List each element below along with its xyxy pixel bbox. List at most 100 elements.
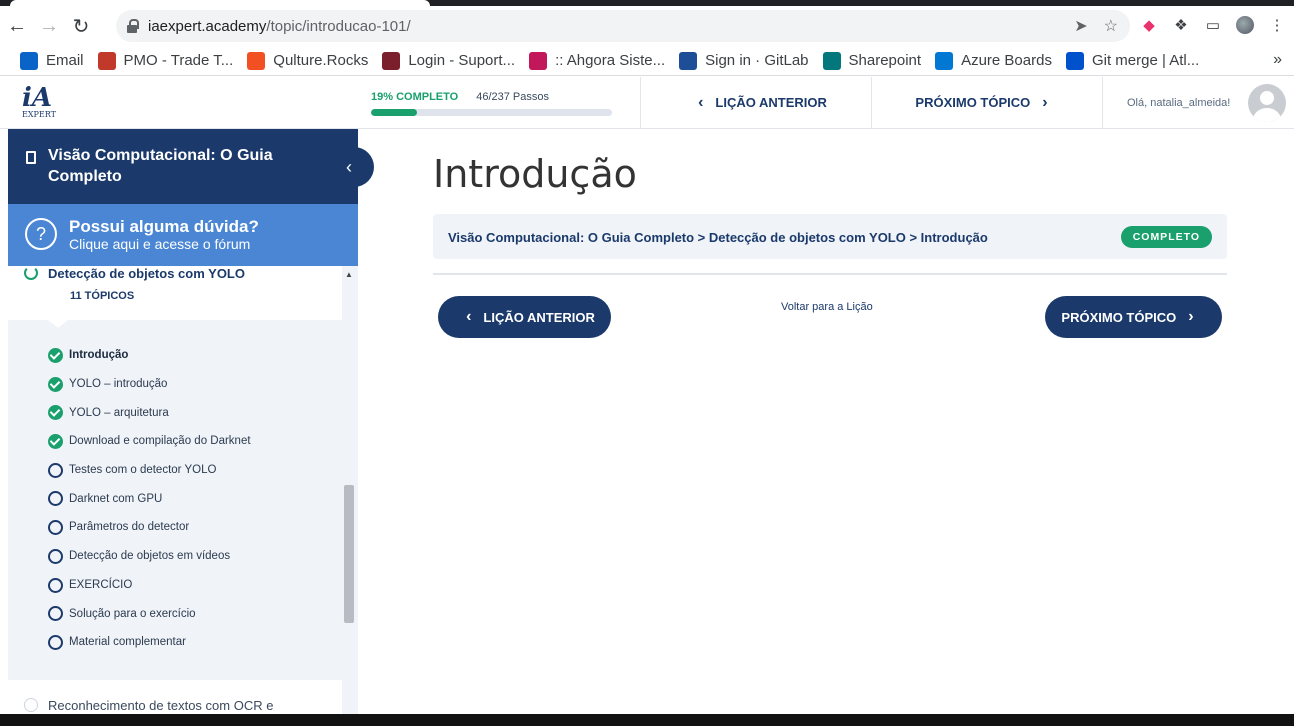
scroll-thumb[interactable]: [344, 485, 354, 623]
taskbar-edge: [0, 714, 1294, 726]
topic-item[interactable]: Download e compilação do Darknet: [8, 427, 342, 456]
help-subtitle: Clique aqui e acesse o fórum: [69, 236, 251, 252]
topic-label: YOLO – arquitetura: [69, 406, 169, 419]
topic-label: Download e compilação do Darknet: [69, 435, 251, 448]
course-sidebar: Visão Computacional: O Guia Completo ? P…: [8, 129, 358, 714]
bookmark-item[interactable]: Git merge | Atl...: [1065, 51, 1200, 70]
topic-item[interactable]: Parâmetros do detector: [8, 513, 342, 542]
back-to-lesson-link[interactable]: Voltar para a Lição: [781, 301, 873, 313]
address-bar[interactable]: iaexpert.academy/topic/introducao-101/ ➤…: [116, 10, 1130, 42]
browser-toolbar: ← → ↻ iaexpert.academy/topic/introducao-…: [0, 6, 1294, 46]
topic-label: Detecção de objetos em vídeos: [69, 550, 231, 563]
empty-circle-icon: [48, 634, 63, 650]
topic-item[interactable]: Darknet com GPU: [8, 484, 342, 513]
course-progress: 19% COMPLETO 46/237 Passos: [371, 91, 613, 116]
bookmark-item[interactable]: Email: [20, 51, 84, 70]
site-header: iA EXPERT 19% COMPLETO 46/237 Passos ‹ L…: [0, 77, 1294, 129]
bookmark-item[interactable]: Sign in · GitLab: [679, 51, 809, 70]
question-icon: ?: [25, 218, 57, 250]
topic-item[interactable]: Introdução: [8, 341, 342, 370]
bookmark-label: Sign in · GitLab: [705, 52, 809, 69]
breadcrumb-bar: Visão Computacional: O Guia Completo > D…: [433, 214, 1227, 259]
send-icon[interactable]: ➤: [1074, 16, 1087, 36]
topic-item[interactable]: YOLO – arquitetura: [8, 398, 342, 427]
scroll-up-icon[interactable]: ▲: [345, 270, 353, 279]
bookmark-label: Sharepoint: [848, 52, 922, 69]
sidebar-scrollbar[interactable]: ▲: [343, 266, 355, 714]
topic-item[interactable]: EXERCÍCIO: [8, 571, 342, 600]
section-topic-count: 11 TÓPICOS: [70, 290, 135, 302]
bookmark-label: Azure Boards: [961, 52, 1052, 69]
topic-item[interactable]: Material complementar: [8, 628, 342, 657]
bookmark-item[interactable]: Login - Suport...: [382, 51, 516, 70]
next-topic-button[interactable]: PRÓXIMO TÓPICO ›: [1045, 296, 1222, 338]
azure-boards-icon: [935, 51, 954, 70]
bookmark-star-icon[interactable]: ☆: [1104, 16, 1118, 36]
bookmarks-bar: Email PMO - Trade T... Qulture.Rocks Login …: [0, 46, 1294, 76]
forum-help-box[interactable]: ? Possui alguma dúvida? Clique aqui e ac…: [8, 204, 358, 266]
user-avatar[interactable]: [1248, 84, 1286, 122]
topic-item[interactable]: YOLO – introdução: [8, 370, 342, 399]
pmo-icon: [97, 51, 116, 70]
course-title[interactable]: Visão Computacional: O Guia Completo: [8, 129, 358, 204]
bookmark-item[interactable]: :: Ahgora Siste...: [529, 51, 666, 70]
status-badge: COMPLETO: [1120, 226, 1212, 248]
page-title: Introdução: [433, 152, 637, 196]
topic-item[interactable]: Testes com o detector YOLO: [8, 456, 342, 485]
bookmark-label: Login - Suport...: [408, 52, 516, 69]
topic-label: Parâmetros do detector: [69, 521, 190, 534]
check-circle-icon: [48, 434, 63, 450]
chevron-left-icon: ‹: [466, 308, 472, 325]
lock-icon[interactable]: [126, 19, 139, 33]
bookmark-label: Email: [46, 52, 84, 69]
sharepoint-icon: [822, 51, 841, 70]
reload-icon[interactable]: ↻: [66, 11, 96, 41]
forward-arrow-icon[interactable]: →: [34, 11, 64, 41]
sidebar-collapse-button[interactable]: ‹: [334, 147, 374, 187]
header-next-topic-button[interactable]: PRÓXIMO TÓPICO ›: [871, 77, 1103, 128]
more-bookmarks-icon[interactable]: »: [1273, 51, 1282, 69]
user-greeting: Olá, natalia_almeida!: [1127, 96, 1231, 109]
iaexpert-logo[interactable]: iA EXPERT: [22, 85, 58, 121]
bookmark-label: PMO - Trade T...: [123, 52, 234, 69]
section-progress-icon: [24, 266, 38, 280]
extension-diamond-icon[interactable]: ◆: [1140, 16, 1158, 34]
progress-bar: [371, 109, 612, 116]
bookmark-label: Git merge | Atl...: [1091, 52, 1200, 69]
side-panel-icon[interactable]: ▭: [1204, 16, 1222, 34]
check-circle-icon: [48, 348, 63, 363]
bookmark-label: Qulture.Rocks: [273, 52, 369, 69]
bookmark-item[interactable]: Sharepoint: [822, 51, 922, 70]
section-name: Detecção de objetos com YOLO: [48, 266, 245, 281]
puzzle-icon[interactable]: ❖: [1172, 16, 1190, 34]
next-section-item[interactable]: Reconhecimento de textos com OCR e: [8, 680, 342, 714]
url-path: /topic/introducao-101/: [266, 17, 411, 35]
topic-list: Introdução YOLO – introdução YOLO – arquit…: [8, 341, 342, 657]
topic-item[interactable]: Solução para o exercício: [8, 599, 342, 628]
empty-circle-icon: [48, 606, 63, 622]
breadcrumb[interactable]: Visão Computacional: O Guia Completo > D…: [448, 230, 988, 245]
header-prev-lesson-button[interactable]: ‹ LIÇÃO ANTERIOR: [640, 77, 872, 128]
next-topic-label: PRÓXIMO TÓPICO: [1061, 309, 1177, 325]
profile-avatar[interactable]: [1236, 16, 1254, 34]
section-header[interactable]: Detecção de objetos com YOLO 11 TÓPICOS: [8, 266, 342, 320]
outlook-icon: [20, 51, 38, 70]
gitlab-icon: [679, 51, 698, 70]
topic-label: Solução para o exercício: [69, 607, 196, 620]
section-caret: [48, 320, 68, 328]
progress-steps: 46/237 Passos: [476, 91, 549, 103]
chevron-left-icon: ‹: [698, 93, 704, 111]
bookmark-item[interactable]: Azure Boards: [935, 51, 1052, 70]
bookmark-label: :: Ahgora Siste...: [555, 52, 666, 69]
prev-lesson-button[interactable]: ‹ LIÇÃO ANTERIOR: [438, 296, 611, 338]
menu-dots-icon[interactable]: ⋮: [1268, 16, 1286, 34]
bookmark-item[interactable]: Qulture.Rocks: [247, 51, 369, 70]
microsoft-icon: [247, 51, 266, 70]
bookmark-item[interactable]: PMO - Trade T...: [97, 51, 234, 70]
browser-window: ← → ↻ iaexpert.academy/topic/introducao-…: [0, 0, 1294, 714]
topic-item[interactable]: Detecção de objetos em vídeos: [8, 542, 342, 571]
empty-circle-icon: [48, 577, 63, 593]
user-menu[interactable]: Olá, natalia_almeida!: [1102, 77, 1294, 128]
back-arrow-icon[interactable]: ←: [2, 11, 32, 41]
topic-label: Material complementar: [69, 636, 186, 649]
